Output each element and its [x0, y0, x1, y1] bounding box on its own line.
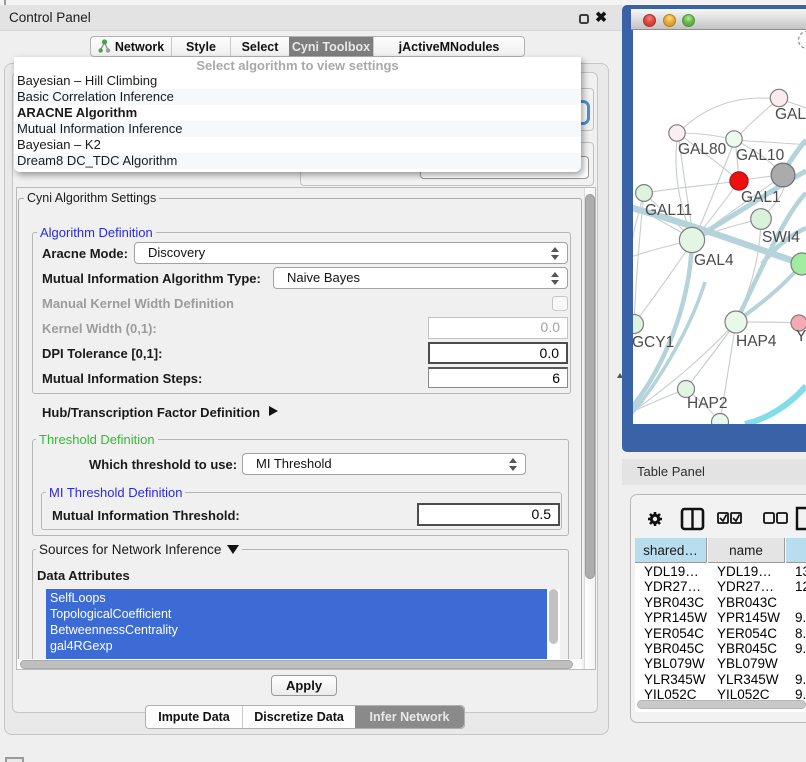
svg-text:HAP2: HAP2: [687, 395, 728, 412]
svg-text:SWI4: SWI4: [762, 229, 800, 246]
svg-text:GAL7: GAL7: [775, 106, 806, 123]
svg-text:HAP4: HAP4: [736, 333, 777, 350]
svg-text:GCY1: GCY1: [633, 334, 674, 351]
svg-text:YJ: YJ: [796, 328, 806, 345]
svg-text:GAL4: GAL4: [694, 252, 734, 269]
svg-text:GAL80: GAL80: [678, 141, 727, 158]
svg-text:GAL1: GAL1: [741, 189, 781, 206]
svg-text:GAL11: GAL11: [645, 202, 692, 219]
svg-text:GAL10: GAL10: [736, 147, 785, 164]
